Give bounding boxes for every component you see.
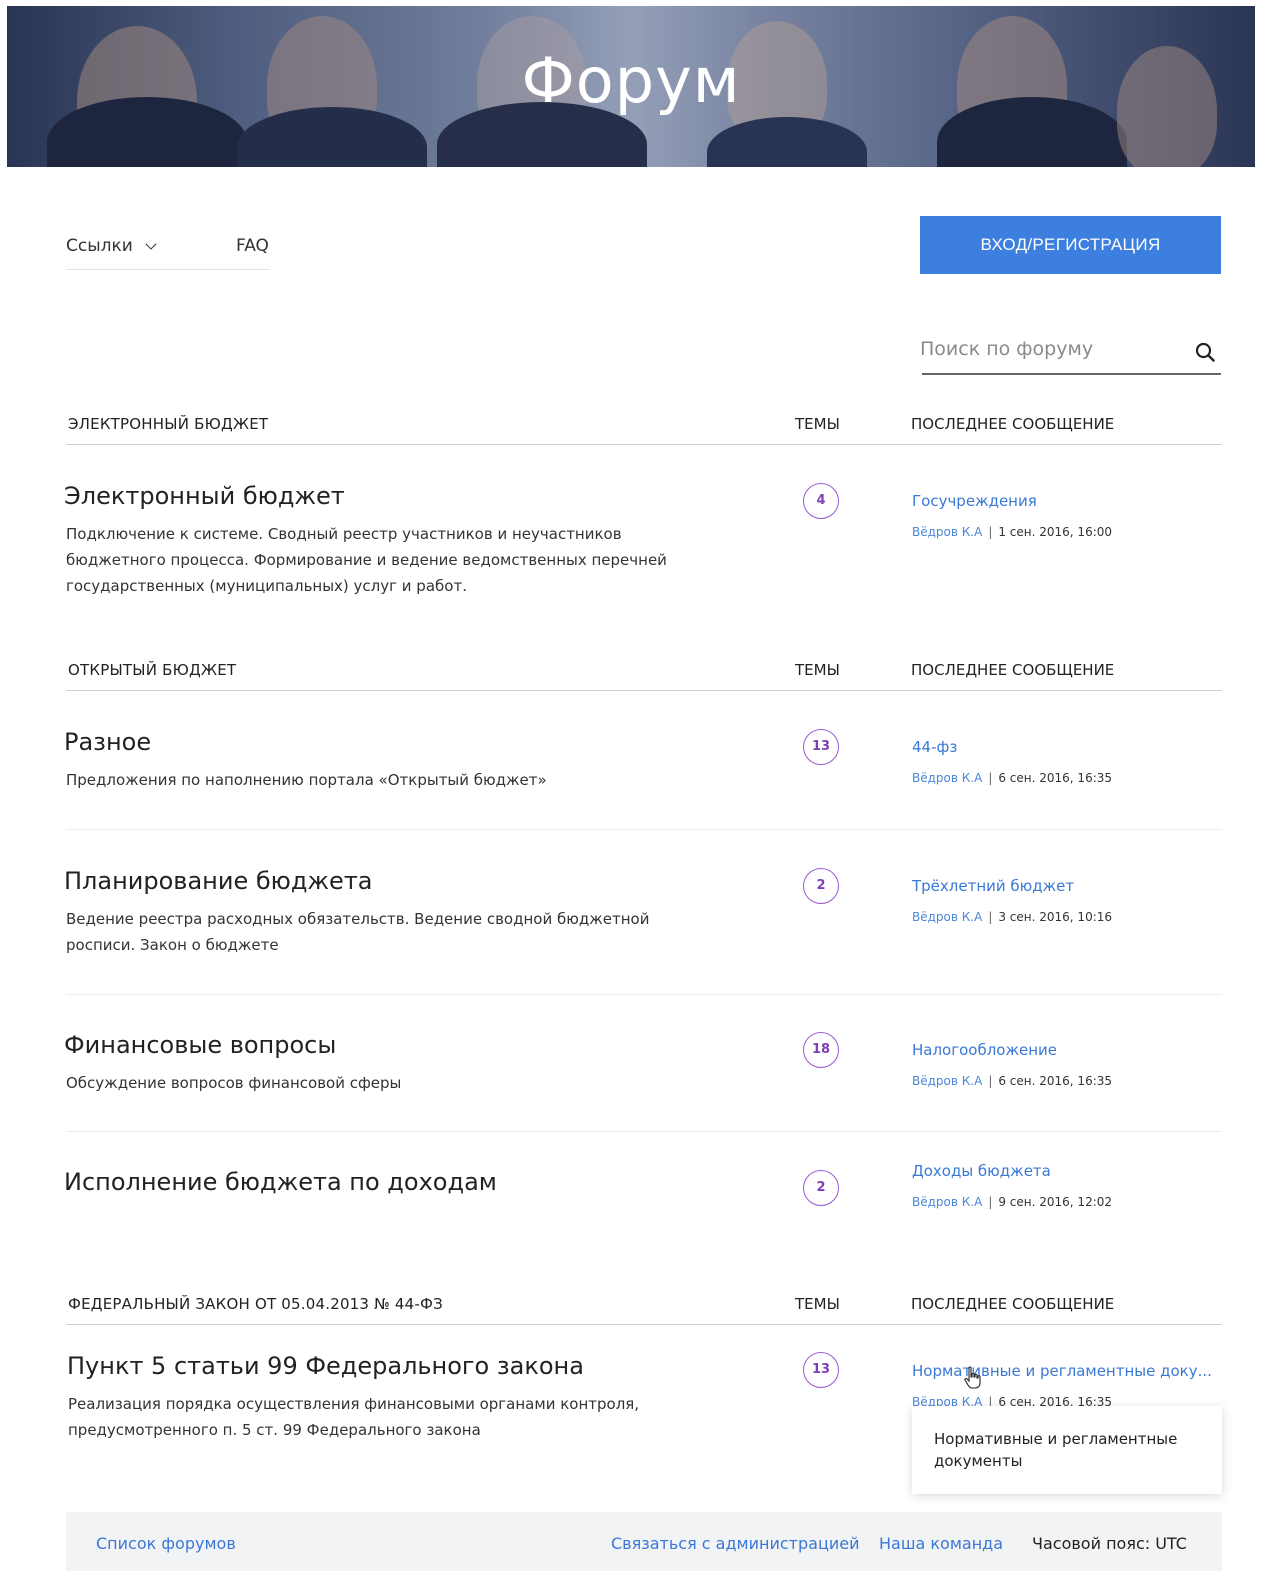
row-divider xyxy=(66,829,1222,830)
last-topic-link[interactable]: 44-фз xyxy=(912,738,957,756)
login-register-button[interactable]: ВХОД/РЕГИСТРАЦИЯ xyxy=(920,216,1221,274)
our-team-link[interactable]: Наша команда xyxy=(879,1534,1003,1553)
forum-search xyxy=(920,334,1221,375)
footer: Список форумов Связаться с администрацие… xyxy=(66,1512,1222,1571)
last-author-link[interactable]: Вёдров К.А xyxy=(912,525,982,539)
hand-cursor-icon xyxy=(964,1366,981,1389)
last-author-link[interactable]: Вёдров К.А xyxy=(912,910,982,924)
section-header: ФЕДЕРАЛЬНЫЙ ЗАКОН ОТ 05.04.2013 № 44-ФЗ … xyxy=(66,1287,1222,1325)
last-message-meta: Вёдров К.А | 3 сен. 2016, 10:16 xyxy=(912,910,1113,924)
page-title: Форум xyxy=(521,44,741,117)
topics-count-badge: 4 xyxy=(803,483,839,519)
row-divider xyxy=(66,994,1222,995)
chevron-down-icon xyxy=(145,238,157,250)
last-date: 6 сен. 2016, 16:35 xyxy=(998,1074,1113,1088)
topics-count-badge: 18 xyxy=(803,1032,839,1068)
last-message-meta: Вёдров К.А | 9 сен. 2016, 12:02 xyxy=(912,1195,1113,1209)
last-topic-link[interactable]: Трёхлетний бюджет xyxy=(912,877,1074,895)
last-date: 9 сен. 2016, 12:02 xyxy=(998,1195,1113,1209)
section-header: ОТКРЫТЫЙ БЮДЖЕТ ТЕМЫ ПОСЛЕДНЕЕ СООБЩЕНИЕ xyxy=(66,653,1222,691)
last-date: 1 сен. 2016, 16:00 xyxy=(998,525,1113,539)
last-message-meta: Вёдров К.А | 1 сен. 2016, 16:00 xyxy=(912,525,1113,539)
forum-description: Реализация порядка осуществления финансо… xyxy=(68,1395,640,1439)
topics-count-badge: 13 xyxy=(803,729,839,765)
forum-title[interactable]: Финансовые вопросы xyxy=(64,1031,336,1059)
forum-list-link[interactable]: Список форумов xyxy=(96,1534,236,1553)
forum-title[interactable]: Исполнение бюджета по доходам xyxy=(64,1168,497,1196)
last-author-link[interactable]: Вёдров К.А xyxy=(912,1074,982,1088)
last-message-column-header: ПОСЛЕДНЕЕ СООБЩЕНИЕ xyxy=(911,661,1115,679)
last-topic-link[interactable]: Налогообложение xyxy=(912,1041,1057,1059)
forum-title[interactable]: Разное xyxy=(64,728,151,756)
topics-count-badge: 2 xyxy=(803,1170,839,1206)
last-author-link[interactable]: Вёдров К.А xyxy=(912,1195,982,1209)
last-author-link[interactable]: Вёдров К.А xyxy=(912,771,982,785)
search-icon[interactable] xyxy=(1195,342,1215,362)
forum-description: Предложения по наполнению портала «Откры… xyxy=(66,771,547,789)
section-title: ЭЛЕКТРОННЫЙ БЮДЖЕТ xyxy=(68,415,269,433)
section-header: ЭЛЕКТРОННЫЙ БЮДЖЕТ ТЕМЫ ПОСЛЕДНЕЕ СООБЩЕ… xyxy=(66,407,1222,445)
forum-title[interactable]: Электронный бюджет xyxy=(64,482,345,510)
timezone-label: Часовой пояс: UTC xyxy=(1032,1534,1187,1553)
links-dropdown[interactable]: Ссылки xyxy=(66,236,157,256)
forum-description: Обсуждение вопросов финансовой сферы xyxy=(66,1074,402,1092)
topics-column-header: ТЕМЫ xyxy=(795,661,840,679)
section-title: ФЕДЕРАЛЬНЫЙ ЗАКОН ОТ 05.04.2013 № 44-ФЗ xyxy=(68,1295,443,1313)
forum-description: Ведение реестра расходных обязательств. … xyxy=(66,910,650,954)
row-divider xyxy=(66,1131,1222,1132)
last-topic-link[interactable]: Госучреждения xyxy=(912,492,1037,510)
links-label: Ссылки xyxy=(66,236,133,256)
last-topic-link[interactable]: Нормативные и регламентные доку... xyxy=(912,1362,1212,1380)
forum-title[interactable]: Пункт 5 статьи 99 Федерального закона xyxy=(67,1352,584,1380)
topics-count-badge: 2 xyxy=(803,868,839,904)
forum-title[interactable]: Планирование бюджета xyxy=(64,867,373,895)
forum-description: Подключение к системе. Сводный реестр уч… xyxy=(66,525,667,595)
faq-link[interactable]: FAQ xyxy=(236,236,269,256)
topic-tooltip: Нормативные и регламентные документы xyxy=(912,1406,1222,1494)
last-message-meta: Вёдров К.А | 6 сен. 2016, 16:35 xyxy=(912,771,1113,785)
topics-column-header: ТЕМЫ xyxy=(795,415,840,433)
last-message-column-header: ПОСЛЕДНЕЕ СООБЩЕНИЕ xyxy=(911,1295,1115,1313)
search-input[interactable] xyxy=(920,338,1180,360)
last-message-column-header: ПОСЛЕДНЕЕ СООБЩЕНИЕ xyxy=(911,415,1115,433)
hero-banner: Форум xyxy=(7,6,1255,167)
topics-count-badge: 13 xyxy=(803,1352,839,1388)
top-nav: Ссылки FAQ xyxy=(66,228,270,270)
topics-column-header: ТЕМЫ xyxy=(795,1295,840,1313)
last-message-meta: Вёдров К.А | 6 сен. 2016, 16:35 xyxy=(912,1074,1113,1088)
contact-admin-link[interactable]: Связаться с администрацией xyxy=(611,1534,859,1553)
last-topic-link[interactable]: Доходы бюджета xyxy=(912,1162,1051,1180)
last-date: 6 сен. 2016, 16:35 xyxy=(998,771,1113,785)
section-title: ОТКРЫТЫЙ БЮДЖЕТ xyxy=(68,661,237,679)
last-date: 3 сен. 2016, 10:16 xyxy=(998,910,1113,924)
